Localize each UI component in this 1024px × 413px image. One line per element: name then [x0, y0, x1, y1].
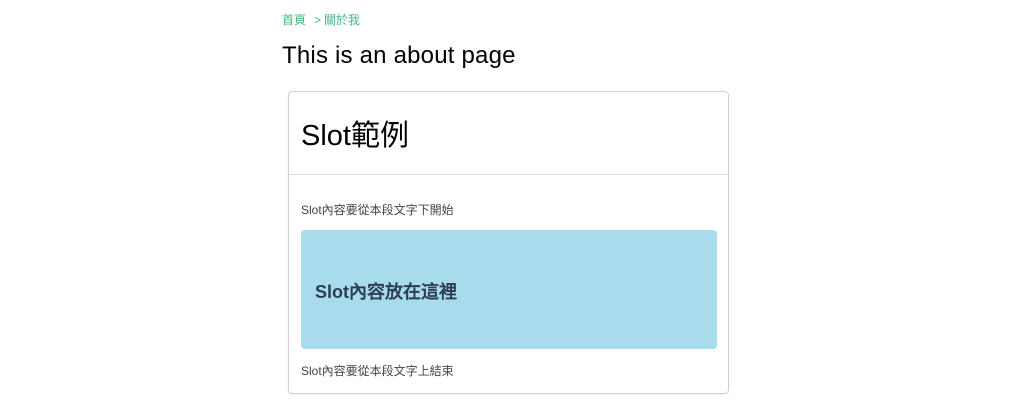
- card-title: Slot範例: [301, 120, 409, 152]
- page: 首頁 > 關於我 This is an about page Slot範例 Sl…: [0, 0, 1024, 413]
- breadcrumb-home-link[interactable]: 首頁: [282, 11, 306, 28]
- breadcrumb-current-link[interactable]: 關於我: [324, 11, 360, 28]
- breadcrumb: 首頁 > 關於我: [282, 11, 360, 28]
- page-title: This is an about page: [282, 42, 516, 69]
- card-header: Slot範例: [289, 92, 728, 175]
- slot-content-box: Slot內容放在這裡: [301, 230, 717, 349]
- slot-start-note: Slot內容要從本段文字下開始: [301, 203, 454, 217]
- breadcrumb-separator: >: [314, 12, 322, 27]
- slot-card: Slot範例 Slot內容要從本段文字下開始 Slot內容放在這裡 Slot內容…: [288, 91, 729, 394]
- slot-end-note: Slot內容要從本段文字上結束: [301, 364, 454, 378]
- slot-content-text: Slot內容放在這裡: [315, 281, 457, 302]
- card-body: Slot內容要從本段文字下開始 Slot內容放在這裡 Slot內容要從本段文字上…: [289, 175, 728, 379]
